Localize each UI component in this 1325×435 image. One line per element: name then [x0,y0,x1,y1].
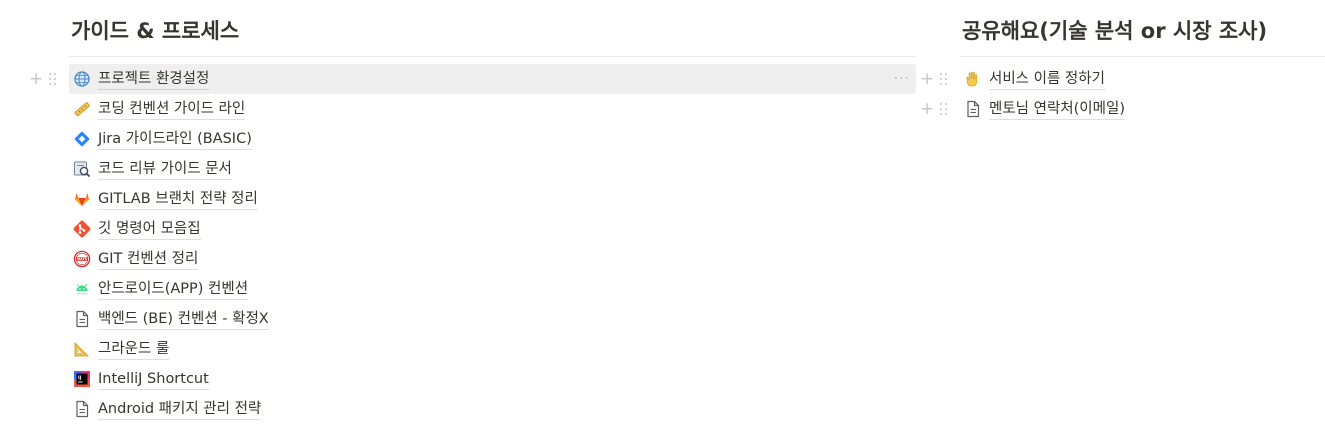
list-item-intellij-shortcut[interactable]: IJ IntelliJ Shortcut [69,364,916,394]
list-item-project-setup[interactable]: + 프로젝트 환경설정 ··· [29,64,916,94]
svg-text:IJ: IJ [78,375,82,381]
add-block-button[interactable]: + [920,64,934,94]
list-item-backend-convention[interactable]: 백엔드 (BE) 컨벤션 - 확정X [69,304,916,334]
list-item-label: 멘토님 연락처(이메일) [989,99,1125,120]
list-item-label: 서비스 이름 정하기 [989,69,1105,90]
gitlab-icon [72,189,92,209]
intellij-icon: IJ [72,369,92,389]
list-item-label: 코딩 컨벤션 가이드 라인 [98,99,246,120]
list-item-label: 코드 리뷰 가이드 문서 [98,159,232,180]
drag-handle-icon[interactable] [940,73,947,85]
add-block-button[interactable]: + [920,94,934,124]
list-item-git-commands[interactable]: 깃 명령어 모음집 [69,214,916,244]
share-column: 공유해요(기술 분석 or 시장 조사) + 서비스 이름 정하기 + 멘토님 … [920,0,1325,124]
list-item-label: GITLAB 브랜치 전략 정리 [98,189,258,210]
globe-icon [72,69,92,89]
code-review-icon [72,159,92,179]
list-item-ground-rules[interactable]: 그라운드 룰 [69,334,916,364]
svg-text:WAYS: WAYS [77,257,88,261]
guide-list: + 프로젝트 환경설정 ··· 코딩 컨벤션 가이드 라인 Jira 가이드라인… [29,64,916,424]
add-block-button[interactable]: + [29,64,43,94]
list-item-label: 깃 명령어 모음집 [98,219,201,240]
list-item-label: GIT 컨벤션 정리 [98,249,199,270]
svg-text:android: android [77,292,87,296]
ruler-icon [72,99,92,119]
drag-handle-icon[interactable] [49,73,56,85]
ways-badge-icon: WAYS [72,249,92,269]
more-options-button[interactable]: ··· [894,64,910,94]
page-icon [963,99,983,119]
list-item-label: 프로젝트 환경설정 [98,69,210,90]
drag-handle-icon[interactable] [940,103,947,115]
jira-icon [72,129,92,149]
list-item-gitlab-branch[interactable]: GITLAB 브랜치 전략 정리 [69,184,916,214]
raised-hand-icon [963,69,983,89]
list-item-label: IntelliJ Shortcut [98,369,209,390]
list-item-git-convention[interactable]: WAYS GIT 컨벤션 정리 [69,244,916,274]
list-item-android-convention[interactable]: android 안드로이드(APP) 컨벤션 [69,274,916,304]
list-item-jira-guide[interactable]: Jira 가이드라인 (BASIC) [69,124,916,154]
list-item-label: 안드로이드(APP) 컨벤션 [98,279,249,300]
git-icon [72,219,92,239]
column-title: 가이드 & 프로세스 [69,0,916,57]
list-item-mentor-contact[interactable]: + 멘토님 연락처(이메일) [920,94,1325,124]
page-icon [72,309,92,329]
list-item-label: Jira 가이드라인 (BASIC) [98,129,252,150]
list-item-label: 백엔드 (BE) 컨벤션 - 확정X [98,309,269,330]
list-item-code-review-guide[interactable]: 코드 리뷰 가이드 문서 [69,154,916,184]
share-list: + 서비스 이름 정하기 + 멘토님 연락처(이메일) [920,64,1325,124]
list-item-coding-convention[interactable]: 코딩 컨벤션 가이드 라인 [69,94,916,124]
column-title: 공유해요(기술 분석 or 시장 조사) [960,0,1325,57]
list-item-label: Android 패키지 관리 전략 [98,399,262,420]
list-item-android-package[interactable]: Android 패키지 관리 전략 [69,394,916,424]
guide-process-column: 가이드 & 프로세스 + 프로젝트 환경설정 ··· 코딩 컨벤션 가이드 라인… [29,0,916,424]
android-icon: android [72,279,92,299]
page-icon [72,399,92,419]
list-item-label: 그라운드 룰 [98,339,170,360]
triangle-ruler-icon [72,339,92,359]
list-item-service-naming[interactable]: + 서비스 이름 정하기 [920,64,1325,94]
